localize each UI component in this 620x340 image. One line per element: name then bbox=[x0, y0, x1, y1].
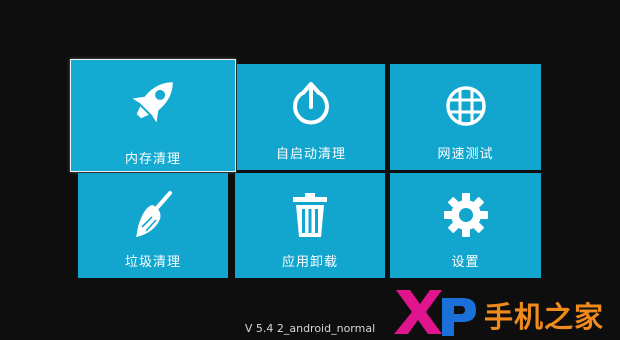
tile-label: 设置 bbox=[451, 255, 480, 270]
watermark-logo: 手机之家 bbox=[392, 284, 620, 340]
xp-logo-icon bbox=[394, 290, 476, 336]
rocket-icon bbox=[132, 82, 173, 123]
tile-label: 应用卸载 bbox=[281, 255, 338, 270]
watermark-text: 手机之家 bbox=[484, 300, 605, 334]
broom-icon bbox=[136, 191, 172, 237]
tile-network-speed-test[interactable]: 网速测试 bbox=[390, 64, 541, 170]
tile-label: 自启动清理 bbox=[275, 147, 346, 162]
gear-icon bbox=[443, 193, 488, 237]
tile-label: 网速测试 bbox=[437, 147, 494, 162]
tile-autostart-cleanup[interactable]: 自启动清理 bbox=[237, 64, 385, 170]
tile-label: 垃圾清理 bbox=[124, 255, 181, 270]
power-icon bbox=[293, 82, 329, 125]
tile-memory-cleanup[interactable]: 内存清理 bbox=[70, 59, 236, 172]
tile-app-uninstall[interactable]: 应用卸载 bbox=[235, 173, 385, 278]
tile-junk-cleanup[interactable]: 垃圾清理 bbox=[78, 173, 228, 278]
app-screen: 内存清理 自启动清理 网速测试 垃圾清理 应用卸载 设置 V 5.4 2_and… bbox=[0, 0, 620, 340]
tile-settings[interactable]: 设置 bbox=[390, 173, 541, 278]
globe-grid-icon bbox=[445, 86, 486, 126]
tile-label: 内存清理 bbox=[124, 152, 181, 167]
trash-icon bbox=[293, 193, 327, 237]
